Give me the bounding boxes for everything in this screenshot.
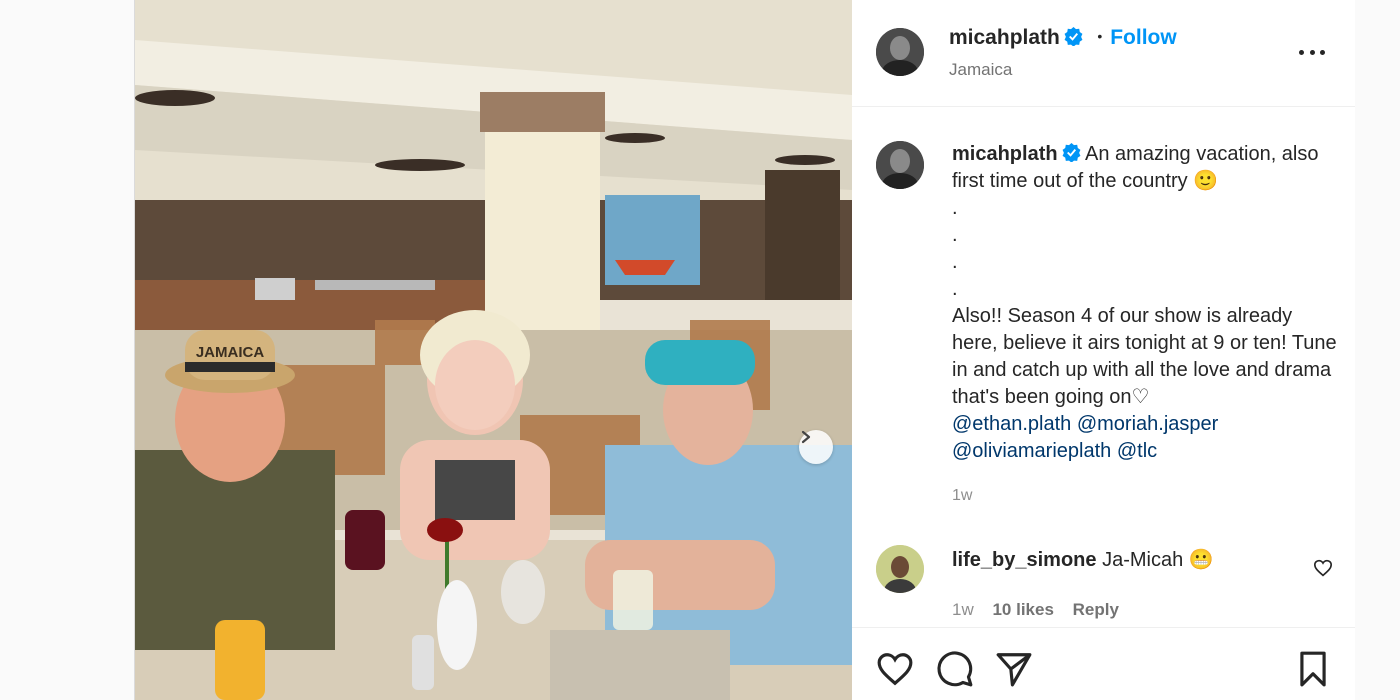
caption-username[interactable]: micahplath [952, 143, 1058, 165]
mention-link[interactable]: @moriah.jasper [1077, 413, 1218, 435]
mention-link[interactable]: @tlc [1117, 440, 1157, 462]
post-caption: micahplath An amazing vacation, also fir… [952, 141, 1342, 509]
post-dialog: JAMAICA micahplath • Follow Jamaica mica… [134, 0, 1355, 700]
post-action-bar [852, 627, 1355, 700]
avatar-image [876, 28, 924, 76]
comment-actions: 1w 10 likes Reply [952, 600, 1119, 620]
post-username[interactable]: micahplath [949, 26, 1060, 49]
avatar[interactable] [876, 28, 924, 76]
more-options-button[interactable] [1299, 42, 1325, 62]
comment-reply-button[interactable]: Reply [1073, 600, 1119, 619]
bookmark-icon[interactable] [1294, 650, 1332, 688]
photo-illustration: JAMAICA [135, 0, 852, 700]
post-sidebar: micahplath • Follow Jamaica micahplath An… [852, 0, 1355, 700]
follow-button[interactable]: Follow [1110, 26, 1177, 49]
next-photo-button[interactable] [799, 430, 833, 464]
post-location[interactable]: Jamaica [949, 60, 1012, 80]
more-icon [1299, 49, 1304, 55]
mention-link[interactable]: @oliviamarieplath [952, 440, 1111, 462]
heart-icon[interactable] [876, 650, 914, 688]
verified-icon [1062, 143, 1081, 162]
chevron-right-icon [801, 430, 811, 444]
verified-icon [1064, 27, 1083, 46]
comment-timestamp[interactable]: 1w [952, 600, 974, 619]
hat-text: JAMAICA [196, 344, 265, 361]
comment-avatar[interactable] [876, 545, 924, 593]
comment-username[interactable]: life_by_simone [952, 549, 1097, 571]
header-title-row: micahplath • Follow [949, 26, 1177, 50]
comment-text: Ja-Micah [1102, 549, 1184, 571]
caption-avatar[interactable] [876, 141, 924, 189]
caption-paragraph: Also!! Season 4 of our show is already h… [952, 303, 1342, 411]
share-icon[interactable] [995, 650, 1033, 688]
post-photo: JAMAICA [135, 0, 852, 700]
caption-emoji: 🙂 [1193, 170, 1219, 192]
comment-like-icon[interactable] [1313, 559, 1333, 577]
comment-icon[interactable] [936, 650, 974, 688]
comment-body: life_by_simone Ja-Micah 😬 [952, 547, 1214, 572]
caption-dot: . [952, 224, 958, 246]
avatar-image [876, 141, 924, 189]
caption-mentions: @ethan.plath @moriah.jasper @oliviamarie… [952, 411, 1342, 465]
comment-emoji: 😬 [1188, 549, 1214, 571]
caption-timestamp[interactable]: 1w [952, 482, 1342, 509]
header-separator: • [1097, 28, 1103, 44]
post-header: micahplath • Follow Jamaica [852, 0, 1355, 107]
caption-first-line: micahplath An amazing vacation, also fir… [952, 141, 1342, 195]
caption-dot: . [952, 197, 958, 219]
comment-likes[interactable]: 10 likes [992, 600, 1053, 619]
caption-dot: . [952, 278, 958, 300]
mention-link[interactable]: @ethan.plath [952, 413, 1071, 435]
heart-glyph: ♡ [1131, 386, 1150, 408]
caption-dot: . [952, 251, 958, 273]
avatar-image [876, 545, 924, 593]
